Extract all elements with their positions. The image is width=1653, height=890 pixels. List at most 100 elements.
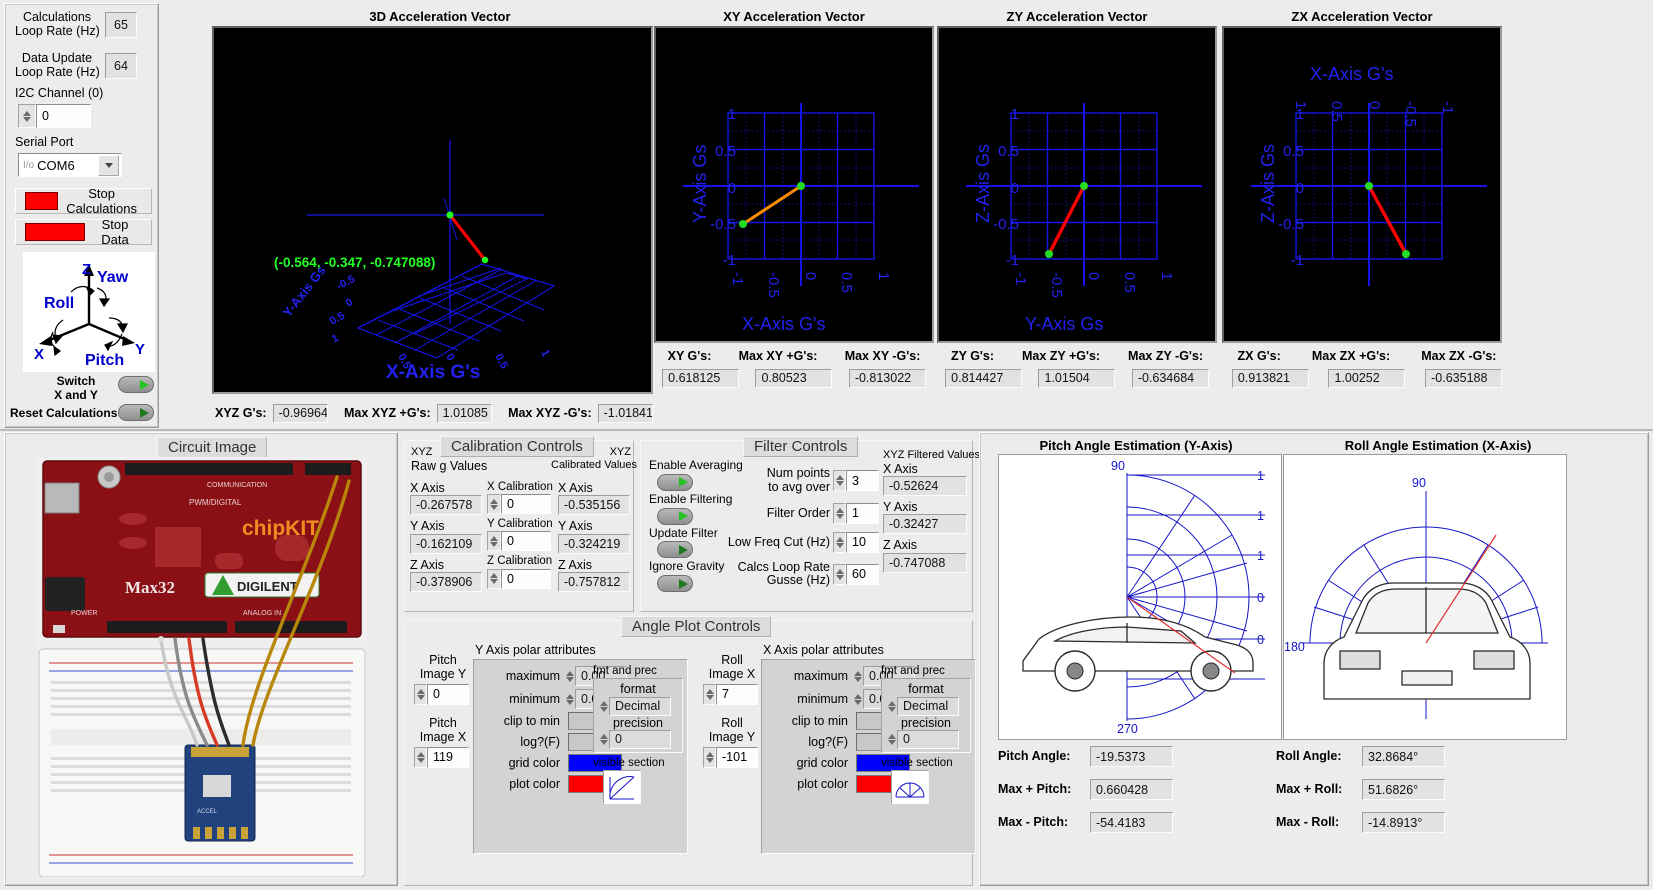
y-clip-to-min-label: clip to min <box>503 713 560 728</box>
z-cal-spin-buttons[interactable] <box>487 568 501 589</box>
pitch-image-x-spin-buttons[interactable] <box>414 746 427 768</box>
spinner-icon[interactable] <box>886 697 897 716</box>
spinner-icon[interactable] <box>490 534 499 549</box>
roll-image-x-input[interactable]: 7 <box>716 683 758 705</box>
x-visible-section-preview[interactable] <box>891 770 929 805</box>
plot-zy-graph[interactable]: 1 0.5 0 -0.5 -1 -1 -0.5 0 0.5 1 Z-Axis G… <box>937 26 1217 343</box>
y-calibration-input[interactable]: 0 <box>501 531 551 552</box>
i2c-channel-stepper[interactable]: 0 <box>18 104 91 128</box>
calibration-cal-header-line2: Calibrated Values <box>551 458 638 471</box>
z-calibration-input[interactable]: 0 <box>501 568 551 589</box>
z-calibration-stepper[interactable]: 0 <box>487 568 553 589</box>
num-points-spin-buttons[interactable] <box>833 470 846 492</box>
filter-controls-title: Filter Controls <box>743 436 859 457</box>
zy-readout-row: ZY G's: Max ZY +G's: Max ZY -G's: 0.8144… <box>937 345 1217 393</box>
calcs-loop-rate-input[interactable]: 60 <box>846 563 879 585</box>
pitch-angle-plot[interactable]: 90 270 1 1 1 0 0 <box>998 454 1282 740</box>
switch-xy-toggle[interactable] <box>118 376 154 393</box>
chevron-down-icon[interactable] <box>98 154 119 176</box>
max-zx-neg-value: -0.635188 <box>1425 368 1503 388</box>
filter-order-stepper[interactable]: 1 <box>833 502 879 524</box>
svg-text:Z-Axis Gs: Z-Axis Gs <box>1258 144 1278 223</box>
reset-calculations-toggle[interactable] <box>118 404 154 421</box>
plot-xy-graph[interactable]: 1 0.5 0 -0.5 -1 -1 -0.5 0 0.5 1 Y-Axis G… <box>654 26 934 343</box>
raw-y-value: -0.162109 <box>410 533 482 554</box>
pitch-readouts: Pitch Angle: -19.5373 Max + Pitch: 0.660… <box>998 746 1298 833</box>
spinner-icon[interactable] <box>835 566 844 582</box>
stop-calculations-button[interactable]: Stop Calculations <box>15 186 152 216</box>
low-freq-spin-buttons[interactable] <box>833 531 846 553</box>
plot-zy-title: ZY Acceleration Vector <box>1006 9 1148 24</box>
filter-order-spin-buttons[interactable] <box>833 502 846 524</box>
roll-image-x-spin-buttons[interactable] <box>703 683 716 705</box>
pitch-image-x-input[interactable]: 119 <box>427 746 469 768</box>
y-calibration-stepper[interactable]: 0 <box>487 531 553 552</box>
filter-order-input[interactable]: 1 <box>846 502 879 524</box>
spinner-icon[interactable] <box>490 571 499 586</box>
spinner-icon[interactable] <box>852 666 863 686</box>
filtered-y-label: Y Axis <box>883 500 918 515</box>
roll-image-x-control[interactable]: Roll Image X 7 <box>703 653 761 705</box>
num-points-stepper[interactable]: 3 <box>833 470 879 492</box>
svg-text:0: 0 <box>344 296 355 309</box>
spinner-icon[interactable] <box>416 686 425 702</box>
x-precision-input[interactable]: 0 <box>897 729 959 749</box>
spinner-icon[interactable] <box>416 749 425 765</box>
roll-image-y-spin-buttons[interactable] <box>703 746 716 768</box>
roll-angle-plot[interactable]: 90 180 <box>1283 454 1567 740</box>
data-loop-rate-label-line2: Loop Rate (Hz) <box>15 65 100 80</box>
section-divider <box>0 429 1653 431</box>
y-cal-spin-buttons[interactable] <box>487 531 501 552</box>
calcs-loop-spin-buttons[interactable] <box>833 563 846 585</box>
svg-text:1: 1 <box>1257 549 1264 563</box>
roll-image-y-control[interactable]: Roll Image Y -101 <box>703 716 761 768</box>
i2c-spin-buttons[interactable] <box>18 104 36 128</box>
x-calibration-stepper[interactable]: 0 <box>487 494 553 515</box>
x-cal-spin-buttons[interactable] <box>487 494 501 515</box>
raw-x-label: X Axis <box>410 481 445 495</box>
serial-port-dropdown[interactable]: I/o COM6 <box>18 153 122 177</box>
x-calibration-input[interactable]: 0 <box>501 494 551 515</box>
spinner-icon[interactable] <box>22 107 33 125</box>
spinner-icon[interactable] <box>835 473 844 489</box>
stop-calculations-label: Stop Calculations <box>66 186 138 216</box>
max-pos-roll-label: Max + Roll: <box>1276 782 1343 797</box>
low-freq-cut-input[interactable]: 10 <box>846 531 879 553</box>
pitch-image-x-control[interactable]: Pitch Image X 119 <box>414 716 472 768</box>
plot-zx-graph[interactable]: 1 0.5 0 -0.5 -1 1 0.5 0 -0.5 -1 Z-Axis G… <box>1222 26 1502 343</box>
pitch-image-y-input[interactable]: 0 <box>427 683 469 705</box>
spinner-icon[interactable] <box>564 689 575 709</box>
toggle-arrow-icon <box>679 477 688 488</box>
pitch-image-y-control[interactable]: Pitch Image Y 0 <box>414 653 472 705</box>
calcs-loop-rate-stepper[interactable]: 60 <box>833 563 879 585</box>
spinner-icon[interactable] <box>886 730 897 749</box>
stop-data-button[interactable]: Stop Data <box>15 217 152 247</box>
spinner-icon[interactable] <box>835 505 844 521</box>
spinner-icon[interactable] <box>852 689 863 709</box>
x-fmt-header: fmt and prec <box>881 665 945 677</box>
x-format-select[interactable]: Decimal <box>897 696 959 716</box>
enable-averaging-toggle[interactable] <box>657 473 693 491</box>
ignore-gravity-toggle[interactable] <box>657 575 693 593</box>
y-precision-input[interactable]: 0 <box>609 729 671 749</box>
enable-filtering-toggle[interactable] <box>657 507 693 525</box>
spinner-icon[interactable] <box>705 686 714 702</box>
filtered-values-header: XYZ Filtered Values <box>883 449 981 461</box>
pitch-image-y-spin-buttons[interactable] <box>414 683 427 705</box>
num-points-input[interactable]: 3 <box>846 470 879 492</box>
y-visible-section-preview[interactable] <box>603 770 641 805</box>
spinner-icon[interactable] <box>705 749 714 765</box>
y-format-select[interactable]: Decimal <box>609 696 671 716</box>
spinner-icon[interactable] <box>490 497 499 512</box>
i2c-channel-input[interactable]: 0 <box>36 104 91 128</box>
spinner-icon[interactable] <box>835 534 844 550</box>
spinner-icon[interactable] <box>564 666 575 686</box>
roll-image-y-input[interactable]: -101 <box>716 746 758 768</box>
low-freq-cut-stepper[interactable]: 10 <box>833 531 879 553</box>
i2c-channel-label: I2C Channel (0) <box>15 86 104 100</box>
update-filter-toggle[interactable] <box>657 541 693 559</box>
plot-3d-graph[interactable]: (-0.564, -0.347, -0.747088) X-Axis G's Y… <box>212 26 653 394</box>
spinner-icon[interactable] <box>598 697 609 716</box>
x-format-subgroup: format Decimal precision 0 <box>881 678 971 753</box>
spinner-icon[interactable] <box>598 730 609 749</box>
